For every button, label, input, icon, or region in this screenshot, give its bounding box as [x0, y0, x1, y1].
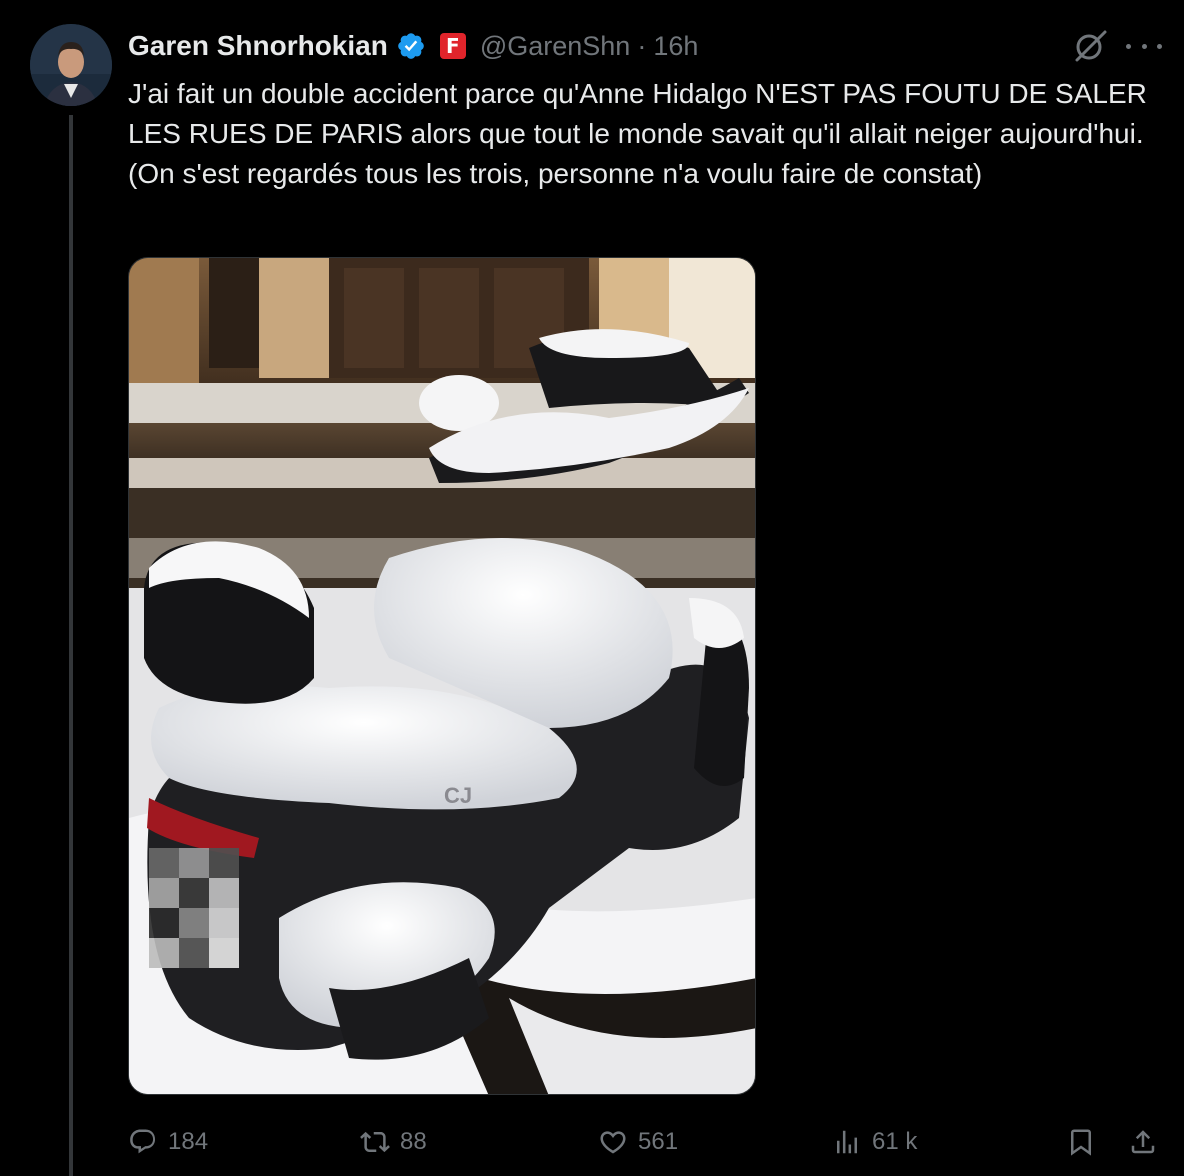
share-button[interactable] — [1128, 1120, 1168, 1164]
reply-icon — [130, 1129, 156, 1154]
bookmark-button[interactable] — [1066, 1120, 1106, 1164]
avatar-image — [30, 24, 112, 106]
repost-icon — [360, 1131, 390, 1153]
avatar[interactable] — [30, 24, 112, 106]
like-count: 561 — [638, 1128, 679, 1155]
views-icon — [837, 1130, 857, 1154]
affiliation-badge[interactable]: F — [439, 33, 466, 59]
author-handle[interactable]: @GarenShn — [480, 31, 631, 62]
like-button[interactable]: 561 — [598, 1120, 678, 1164]
heart-icon — [600, 1131, 626, 1154]
tweet-text: J'ai fait un double accident parce qu'An… — [128, 74, 1158, 194]
seat-brand-text: CJ — [444, 783, 472, 808]
more-icon[interactable] — [1126, 34, 1162, 58]
tweet-header: Garen Shnorhokian F @GarenShn · 16h — [128, 26, 698, 66]
reply-button[interactable]: 184 — [128, 1120, 208, 1164]
tweet-text-line-1: J'ai fait un double accident parce qu'An… — [128, 78, 1147, 149]
views-button[interactable]: 61 k — [832, 1120, 917, 1164]
verified-badge-icon — [396, 31, 426, 61]
tweet-timestamp[interactable]: 16h — [653, 31, 698, 62]
snowy-scooter-photo: CJ — [129, 258, 755, 1094]
repost-count: 88 — [400, 1128, 427, 1155]
action-bar: 184 88 561 61 k — [128, 1120, 1168, 1164]
views-count: 61 k — [872, 1128, 918, 1155]
reply-count: 184 — [168, 1128, 209, 1155]
grok-icon[interactable] — [1072, 28, 1108, 64]
share-icon — [1131, 1130, 1155, 1154]
tweet-text-line-2: (On s'est regardés tous les trois, perso… — [128, 158, 983, 189]
bookmark-icon — [1071, 1129, 1091, 1156]
thread-line — [69, 115, 73, 1176]
repost-button[interactable]: 88 — [360, 1120, 427, 1164]
separator-dot: · — [637, 30, 647, 61]
tweet-photo[interactable]: CJ — [128, 257, 756, 1095]
author-name[interactable]: Garen Shnorhokian — [128, 30, 388, 62]
